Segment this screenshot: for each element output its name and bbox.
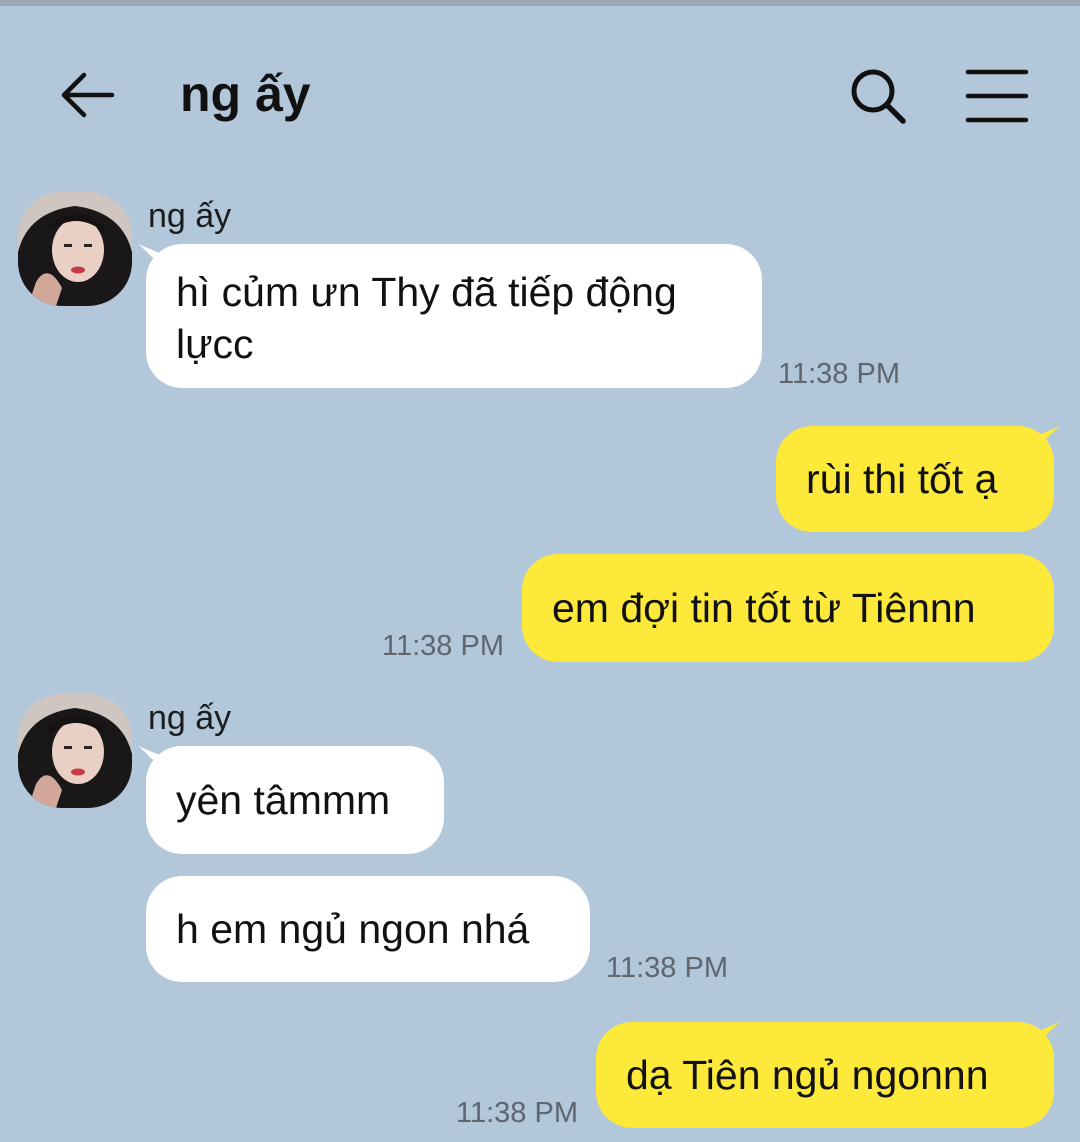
message-time: 11:38 PM <box>606 952 728 984</box>
contact-avatar[interactable] <box>18 192 132 306</box>
message-time: 11:38 PM <box>382 630 504 662</box>
search-button[interactable] <box>846 64 910 128</box>
message-bubble[interactable]: rùi thi tốt ạ <box>776 426 1054 532</box>
back-button[interactable] <box>56 64 118 126</box>
message-text: em đợi tin tốt từ Tiênnn <box>552 585 976 631</box>
message-bubble[interactable]: dạ Tiên ngủ ngonnn <box>596 1022 1054 1128</box>
bubble-tail <box>1036 1022 1060 1046</box>
message-text: h em ngủ ngon nhá <box>176 906 530 952</box>
message-time: 11:38 PM <box>778 358 900 390</box>
message-text: dạ Tiên ngủ ngonnn <box>626 1052 989 1098</box>
bubble-tail <box>1036 426 1060 450</box>
message-bubble[interactable]: yên tâmmm <box>146 746 444 854</box>
sender-name: ng ấy <box>148 699 232 737</box>
message-bubble[interactable]: hì củm ưn Thy đã tiếp động lựcc <box>146 244 762 388</box>
chat-header: ng ấy <box>0 6 1080 176</box>
message-text: yên tâmmm <box>176 777 391 823</box>
hamburger-menu-icon <box>965 69 1029 123</box>
message-time: 11:38 PM <box>456 1097 578 1129</box>
message-text: rùi thi tốt ạ <box>806 456 998 502</box>
message-bubble[interactable]: h em ngủ ngon nhá <box>146 876 590 982</box>
contact-avatar[interactable] <box>18 694 132 808</box>
search-icon <box>851 69 906 124</box>
menu-button[interactable] <box>962 64 1032 128</box>
sender-name: ng ấy <box>148 197 232 235</box>
arrow-left-icon <box>61 72 115 118</box>
chat-title: ng ấy <box>180 66 311 122</box>
message-bubble[interactable]: em đợi tin tốt từ Tiênnn <box>522 554 1054 662</box>
message-text: hì củm ưn Thy đã tiếp động lựcc <box>176 269 677 367</box>
